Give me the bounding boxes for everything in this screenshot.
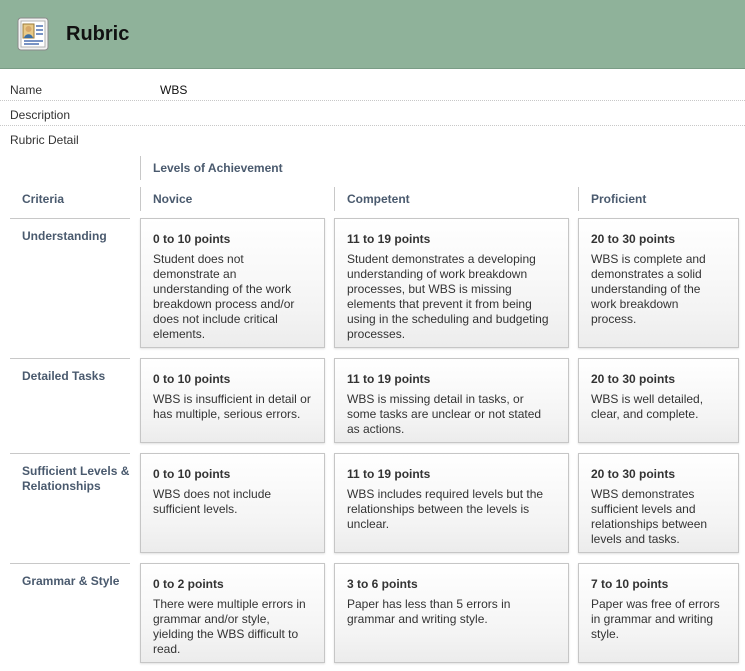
criterion-detailed-tasks: Detailed Tasks	[10, 358, 130, 444]
criterion-label: Grammar & Style	[22, 574, 120, 588]
rubric-cell: 0 to 10 points WBS does not include suff…	[140, 453, 325, 553]
cell-points: 11 to 19 points	[347, 232, 431, 246]
rubric-cell: 11 to 19 points WBS includes required le…	[334, 453, 569, 553]
criterion-understanding: Understanding	[10, 218, 130, 349]
cell-description: Paper was free of errors in grammar and …	[591, 597, 720, 641]
cell-description: WBS is insufficient in detail or has mul…	[153, 392, 311, 421]
cell-points: 3 to 6 points	[347, 577, 418, 591]
name-label: Name	[10, 83, 43, 97]
rubric-cell: 11 to 19 points Student demonstrates a d…	[334, 218, 569, 348]
cell-points: 11 to 19 points	[347, 467, 431, 481]
cell-description: WBS does not include sufficient levels.	[153, 487, 272, 516]
levels-of-achievement-header: Levels of Achievement	[140, 156, 283, 180]
cell-points: 0 to 2 points	[153, 577, 224, 591]
criterion-label: Detailed Tasks	[22, 369, 106, 383]
rubric-cell: 20 to 30 points WBS demonstrates suffici…	[578, 453, 739, 553]
rubric-cell: 20 to 30 points WBS is complete and demo…	[578, 218, 739, 348]
cell-points: 20 to 30 points	[591, 232, 676, 246]
name-value: WBS	[160, 83, 188, 97]
criterion-grammar-style: Grammar & Style	[10, 563, 130, 664]
description-label: Description	[10, 108, 71, 122]
row-divider	[0, 100, 745, 101]
rubric-detail-row: Rubric Detail	[0, 127, 745, 151]
cell-description: Student demonstrates a developing unders…	[347, 252, 549, 341]
level-header-competent: Competent	[334, 187, 577, 211]
rubric-cell: 7 to 10 points Paper was free of errors …	[578, 563, 739, 663]
name-row: Name WBS	[0, 77, 745, 101]
rubric-document-icon	[17, 17, 49, 51]
cell-points: 20 to 30 points	[591, 372, 676, 386]
cell-description: There were multiple errors in grammar an…	[153, 597, 306, 656]
rubric-cell: 20 to 30 points WBS is well detailed, cl…	[578, 358, 739, 443]
rubric-cell: 11 to 19 points WBS is missing detail in…	[334, 358, 569, 443]
criterion-label: Understanding	[22, 229, 107, 243]
cell-description: WBS demonstrates sufficient levels and r…	[591, 487, 708, 546]
cell-points: 20 to 30 points	[591, 467, 676, 481]
rubric-cell: 0 to 10 points WBS is insufficient in de…	[140, 358, 325, 443]
cell-description: WBS includes required levels but the rel…	[347, 487, 544, 531]
cell-points: 7 to 10 points	[591, 577, 669, 591]
cell-description: WBS is complete and demonstrates a solid…	[591, 252, 706, 326]
cell-description: Student does not demonstrate an understa…	[153, 252, 295, 341]
page-header: Rubric	[0, 0, 745, 69]
level-header-novice: Novice	[140, 187, 333, 211]
criterion-sufficient-levels: Sufficient Levels & Relationships	[10, 453, 130, 554]
cell-description: WBS is well detailed, clear, and complet…	[591, 392, 704, 421]
level-header-proficient: Proficient	[578, 187, 741, 211]
cell-points: 11 to 19 points	[347, 372, 431, 386]
rubric-cell: 3 to 6 points Paper has less than 5 erro…	[334, 563, 569, 663]
cell-points: 0 to 10 points	[153, 232, 231, 246]
page-title: Rubric	[66, 23, 130, 45]
criteria-header: Criteria	[22, 192, 65, 206]
criterion-label: Sufficient Levels & Relationships	[22, 464, 130, 493]
rubric-cell: 0 to 10 points Student does not demonstr…	[140, 218, 325, 348]
cell-description: Paper has less than 5 errors in grammar …	[347, 597, 511, 626]
row-divider	[0, 125, 745, 126]
cell-points: 0 to 10 points	[153, 467, 231, 481]
rubric-detail-label: Rubric Detail	[10, 133, 79, 147]
cell-description: WBS is missing detail in tasks, or some …	[347, 392, 542, 436]
rubric-cell: 0 to 2 points There were multiple errors…	[140, 563, 325, 663]
cell-points: 0 to 10 points	[153, 372, 231, 386]
description-row: Description	[0, 102, 745, 126]
